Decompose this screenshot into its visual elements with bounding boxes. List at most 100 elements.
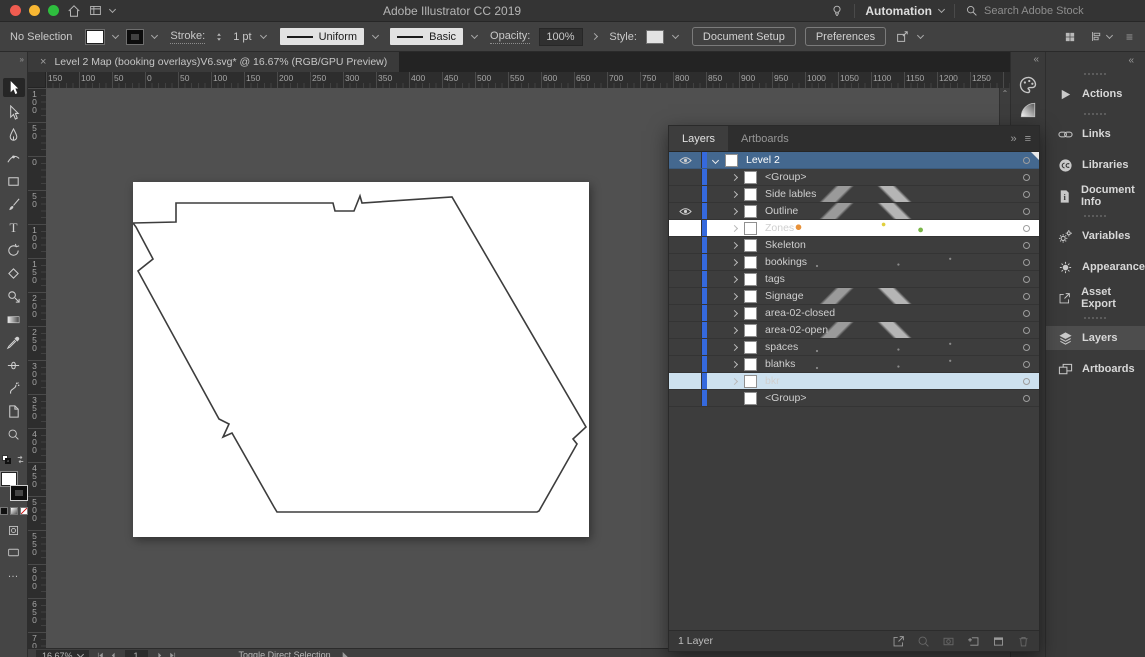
document-tab[interactable]: × Level 2 Map (booking overlays)V6.svg* … — [28, 52, 399, 72]
target-circle-icon[interactable] — [1023, 157, 1030, 164]
layer-name[interactable]: area-02-closed — [765, 307, 835, 319]
fill-swatch[interactable] — [86, 30, 104, 44]
layer-row[interactable]: Skeleton — [669, 237, 1039, 254]
gradient-button[interactable] — [10, 507, 18, 515]
visibility-toggle[interactable] — [669, 288, 702, 304]
layer-row[interactable]: blanks — [669, 356, 1039, 373]
previous-artboard-icon[interactable] — [109, 651, 118, 657]
chevron-down-icon[interactable] — [109, 5, 116, 12]
style-swatch[interactable] — [646, 30, 664, 44]
layer-row[interactable]: bkr — [669, 373, 1039, 390]
chevron-down-icon[interactable] — [471, 31, 478, 38]
target-circle-icon[interactable] — [1023, 191, 1030, 198]
expand-chevron-icon[interactable] — [731, 258, 738, 265]
close-tab-icon[interactable]: × — [40, 56, 46, 68]
zoom-window-button[interactable] — [48, 5, 59, 16]
fill-color-swatch[interactable] — [1, 472, 17, 486]
chevron-down-icon[interactable] — [917, 31, 924, 38]
layer-name[interactable]: Side lables — [765, 188, 816, 200]
home-icon[interactable] — [67, 4, 81, 18]
visibility-toggle[interactable] — [669, 271, 702, 287]
dock-item-asset-export[interactable]: Asset Export — [1046, 286, 1145, 310]
rotate-tool[interactable] — [3, 243, 25, 258]
layer-thumbnail[interactable] — [744, 307, 757, 320]
layer-row[interactable]: Zones — [669, 220, 1039, 237]
new-sublayer-icon[interactable] — [967, 635, 980, 648]
drawing-mode-icon[interactable] — [7, 524, 20, 537]
visibility-toggle[interactable] — [669, 152, 702, 168]
dock-item-variables[interactable]: Variables — [1046, 224, 1145, 248]
curvature-tool[interactable] — [3, 151, 25, 166]
target-circle-icon[interactable] — [1023, 344, 1030, 351]
color-button[interactable] — [0, 507, 8, 515]
artboard-number-field[interactable]: 1 — [125, 650, 148, 657]
visibility-toggle[interactable] — [669, 237, 702, 253]
visibility-toggle[interactable] — [669, 339, 702, 355]
visibility-toggle[interactable] — [669, 305, 702, 321]
gradient-panel-icon[interactable] — [1019, 101, 1037, 119]
layer-thumbnail[interactable] — [744, 239, 757, 252]
stroke-label[interactable]: Stroke: — [170, 30, 205, 44]
tab-layers[interactable]: Layers — [669, 126, 728, 151]
layer-name[interactable]: Level 2 — [746, 154, 780, 166]
screen-mode-icon[interactable] — [7, 546, 20, 559]
chevron-right-icon[interactable] — [591, 33, 598, 40]
expand-chevron-icon[interactable] — [731, 360, 738, 367]
chevron-down-icon[interactable] — [1106, 31, 1113, 38]
expand-chevron-icon[interactable] — [731, 309, 738, 316]
layer-thumbnail[interactable] — [744, 256, 757, 269]
chevron-down-icon[interactable] — [151, 31, 158, 38]
learn-lightbulb-icon[interactable] — [830, 4, 844, 18]
layer-thumbnail[interactable] — [744, 358, 757, 371]
opacity-value[interactable]: 100% — [539, 28, 583, 46]
visibility-toggle[interactable] — [669, 356, 702, 372]
artboard[interactable] — [133, 182, 589, 537]
visibility-toggle[interactable] — [669, 169, 702, 185]
eraser-tool[interactable] — [3, 266, 25, 281]
layer-name[interactable]: tags — [765, 273, 785, 285]
layer-row[interactable]: Side lables — [669, 186, 1039, 203]
document-setup-button[interactable]: Document Setup — [692, 27, 796, 46]
collect-for-export-icon[interactable] — [892, 635, 905, 648]
layer-name[interactable]: spaces — [765, 341, 798, 353]
eyedropper-tool[interactable] — [3, 335, 25, 350]
layer-name[interactable]: bkr — [765, 375, 780, 387]
arrange-documents-icon[interactable] — [89, 4, 102, 17]
next-artboard-icon[interactable] — [155, 651, 164, 657]
expand-chevron-icon[interactable] — [712, 156, 719, 163]
zoom-tool[interactable] — [3, 427, 25, 442]
direct-selection-tool[interactable] — [3, 105, 25, 120]
width-profile-dropdown[interactable]: Uniform — [280, 28, 365, 45]
pen-tool[interactable] — [3, 128, 25, 143]
target-circle-icon[interactable] — [1023, 259, 1030, 266]
vertical-ruler[interactable]: 1005005010015020025030035040045050055060… — [28, 88, 46, 648]
layer-name[interactable]: Zones — [765, 222, 794, 234]
expand-chevron-icon[interactable] — [731, 292, 738, 299]
visibility-toggle[interactable] — [669, 390, 702, 406]
preferences-button[interactable]: Preferences — [805, 27, 886, 46]
layer-thumbnail[interactable] — [744, 324, 757, 337]
default-swatches-icon[interactable] — [2, 455, 11, 464]
layer-thumbnail[interactable] — [744, 341, 757, 354]
touch-workspace-icon[interactable] — [1064, 31, 1076, 43]
target-circle-icon[interactable] — [1023, 395, 1030, 402]
dock-item-appearance[interactable]: Appearance — [1046, 255, 1145, 279]
first-artboard-icon[interactable] — [96, 651, 105, 657]
edit-toolbar-icon[interactable]: … — [8, 568, 20, 580]
target-circle-icon[interactable] — [1023, 225, 1030, 232]
layer-row[interactable]: Signage — [669, 288, 1039, 305]
layer-name[interactable]: Outline — [765, 205, 798, 217]
layer-thumbnail[interactable] — [744, 188, 757, 201]
align-options-icon[interactable] — [1090, 30, 1103, 43]
dock-item-artboards[interactable]: Artboards — [1046, 357, 1145, 381]
horizontal-ruler[interactable]: 1501005005010015020025030035040045050055… — [46, 72, 1010, 88]
layer-row[interactable]: Outline — [669, 203, 1039, 220]
color-panel-icon[interactable] — [1018, 75, 1038, 95]
locate-object-icon[interactable] — [917, 635, 930, 648]
dock-item-links[interactable]: Links — [1046, 122, 1145, 146]
target-circle-icon[interactable] — [1023, 293, 1030, 300]
swap-fill-stroke-icon[interactable] — [15, 454, 26, 465]
none-button[interactable] — [20, 507, 28, 515]
target-circle-icon[interactable] — [1023, 361, 1030, 368]
stroke-swatch[interactable] — [127, 30, 143, 44]
